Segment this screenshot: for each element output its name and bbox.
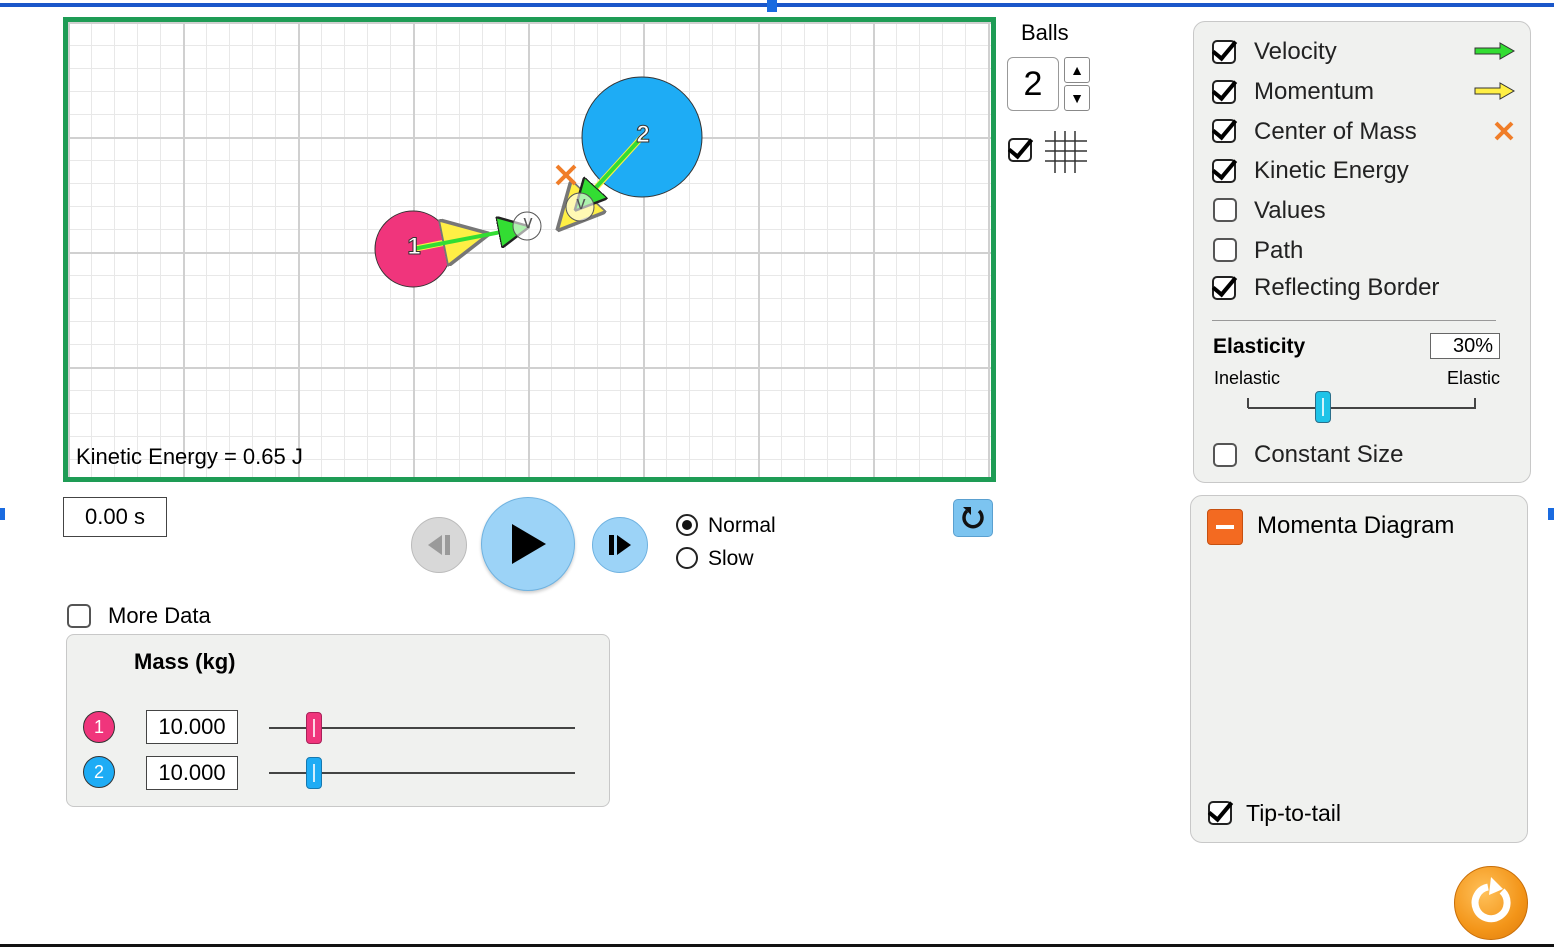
elasticity-value: 30% (1430, 333, 1500, 359)
ball-1-label: 1 (407, 233, 421, 261)
mass-ball-2-icon: 2 (83, 756, 115, 788)
path-checkbox[interactable] (1213, 238, 1237, 262)
constant-size-label: Constant Size (1254, 441, 1404, 468)
center-of-mass-label: Center of Mass (1254, 118, 1417, 145)
reflecting-border-checkbox[interactable] (1212, 276, 1236, 300)
step-forward-icon (609, 535, 631, 555)
speed-slow-radio[interactable] (676, 547, 698, 569)
step-back-button[interactable] (411, 517, 467, 573)
velocity-marker-1: v (523, 212, 533, 232)
velocity-marker-2: v (576, 193, 586, 213)
step-forward-button[interactable] (592, 517, 648, 573)
speed-normal-label: Normal (708, 514, 776, 537)
path-label: Path (1254, 237, 1304, 264)
grid-icon (1045, 131, 1087, 173)
mass-1-slider-thumb[interactable] (306, 712, 322, 744)
kinetic-energy-label: Kinetic Energy (1254, 157, 1409, 184)
momentum-label: Momentum (1254, 78, 1375, 105)
kinetic-energy-checkbox[interactable] (1212, 159, 1236, 183)
momentum-checkbox[interactable] (1212, 80, 1236, 104)
elasticity-tick-max (1474, 398, 1476, 408)
time-readout: 0.00 s (63, 497, 167, 537)
momenta-diagram-title: Momenta Diagram (1257, 512, 1455, 539)
mass-title: Mass (kg) (134, 649, 236, 674)
tip-to-tail-checkbox[interactable] (1208, 801, 1232, 825)
values-checkbox[interactable] (1213, 198, 1237, 222)
ball-2-label: 2 (636, 121, 650, 149)
elasticity-slider-thumb[interactable] (1315, 391, 1331, 423)
down-triangle-icon: ▼ (1070, 90, 1084, 106)
mass-2-slider-thumb[interactable] (306, 757, 322, 789)
reset-all-button[interactable] (1454, 866, 1528, 940)
play-button[interactable] (481, 497, 575, 591)
speed-slow-label: Slow (708, 547, 754, 570)
reflecting-border-label: Reflecting Border (1254, 274, 1440, 301)
inelastic-label: Inelastic (1214, 368, 1281, 388)
green-arrow-icon (1474, 42, 1516, 60)
center-of-mass-checkbox[interactable] (1212, 119, 1236, 143)
yellow-arrow-icon (1474, 82, 1516, 100)
more-data-label: More Data (108, 603, 211, 628)
mass-1-input[interactable]: 10.000 (146, 710, 238, 744)
reset-all-icon (1471, 877, 1511, 923)
resize-handle-right[interactable] (1548, 508, 1554, 520)
collapse-momenta-button[interactable] (1207, 509, 1243, 545)
velocity-label: Velocity (1254, 38, 1337, 65)
tip-to-tail-label: Tip-to-tail (1246, 800, 1341, 826)
bottom-border (0, 944, 1554, 947)
play-icon (512, 524, 546, 564)
balls-title: Balls (1021, 20, 1069, 45)
restart-icon (962, 507, 984, 529)
elasticity-slider-track[interactable] (1248, 407, 1476, 409)
options-divider (1212, 320, 1496, 321)
speed-normal-radio[interactable] (676, 514, 698, 536)
elasticity-title: Elasticity (1213, 335, 1306, 358)
resize-handle-left[interactable] (0, 508, 5, 520)
play-area-overlay (374, 76, 703, 288)
more-data-checkbox[interactable] (67, 604, 91, 628)
momenta-diagram-panel (1190, 495, 1528, 843)
orange-x-icon (1494, 121, 1514, 141)
values-label: Values (1254, 197, 1326, 224)
up-triangle-icon: ▲ (1070, 62, 1084, 78)
grid-checkbox[interactable] (1008, 138, 1032, 162)
elasticity-tick-min (1247, 398, 1249, 408)
balls-increment-button[interactable]: ▲ (1064, 57, 1090, 83)
balls-decrement-button[interactable]: ▼ (1064, 85, 1090, 111)
balls-count: 2 (1007, 57, 1059, 111)
step-back-icon (428, 535, 450, 555)
mass-ball-1-icon: 1 (83, 711, 115, 743)
kinetic-energy-readout: Kinetic Energy = 0.65 J (76, 444, 303, 469)
center-of-mass-icon (555, 164, 577, 186)
constant-size-checkbox[interactable] (1213, 443, 1237, 467)
velocity-checkbox[interactable] (1212, 40, 1236, 64)
elastic-label: Elastic (1447, 368, 1501, 388)
mass-2-input[interactable]: 10.000 (146, 756, 238, 790)
restart-button[interactable] (953, 499, 993, 537)
